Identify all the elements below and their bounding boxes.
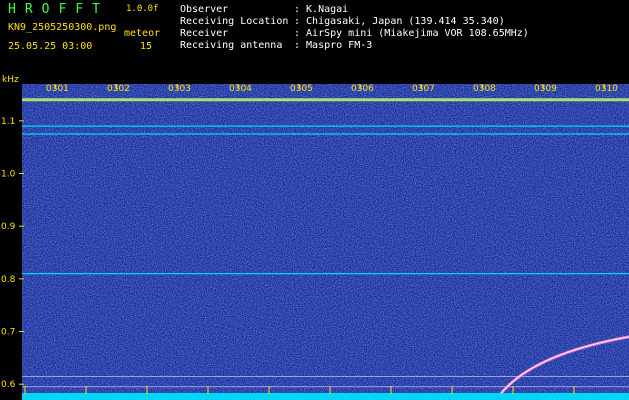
x-tick-label: 0306: [351, 84, 374, 94]
y-tick-label: 0.8: [1, 275, 16, 285]
x-tick-label: 0305: [290, 84, 313, 94]
x-tick-label: 0302: [107, 84, 130, 94]
x-tick-label: 0304: [229, 84, 252, 94]
info-observer-key: Observer: [180, 4, 229, 15]
x-tick-label: 0308: [473, 84, 496, 94]
header-panel: HROFFT 1.0.0f KN9_2505250300.png 25.05.2…: [0, 0, 629, 72]
info-receiver-key: Receiver: [180, 28, 229, 39]
meteor-count: 15: [140, 41, 153, 52]
x-tick-label: 0301: [46, 84, 69, 94]
y-tick-label: 0.9: [1, 222, 16, 232]
y-tick-label: 1.0: [1, 170, 16, 180]
version-label: 1.0.0f: [126, 4, 159, 14]
info-location-value: : Chigasaki, Japan (139.414 35.340): [294, 16, 505, 27]
info-receiver-value: : AirSpy mini (Miakejima VOR 108.65MHz): [294, 28, 529, 39]
datetime-label: 25.05.25 03:00: [8, 41, 93, 52]
info-antenna-key: Receiving antenna: [180, 40, 283, 51]
noise-floor-band: [22, 393, 629, 400]
x-tick-label: 0303: [168, 84, 191, 94]
info-location-key: Receiving Location: [180, 16, 289, 27]
y-axis-label: kHz: [2, 75, 19, 85]
x-tick-label: 0309: [534, 84, 557, 94]
spectrogram-chart: 0301 0302 0303 0304 0305 0306 0307 0308 0309 0310…: [1, 75, 629, 400]
noise-overlay: [22, 84, 629, 400]
y-tick-label: 0.7: [1, 328, 15, 338]
hrofft-logo: HROFFT: [8, 2, 109, 17]
x-tick-label: 0307: [412, 84, 435, 94]
y-tick-label: 1.1: [1, 117, 15, 127]
y-tick-label: 0.6: [1, 380, 16, 390]
info-observer-value: : K.Nagai: [294, 4, 349, 15]
info-antenna-value: : Maspro FM-3: [294, 40, 373, 51]
meteor-label: meteor: [124, 28, 161, 39]
x-tick-label: 0310: [595, 84, 618, 94]
filename-label: KN9_2505250300.png: [8, 22, 117, 33]
